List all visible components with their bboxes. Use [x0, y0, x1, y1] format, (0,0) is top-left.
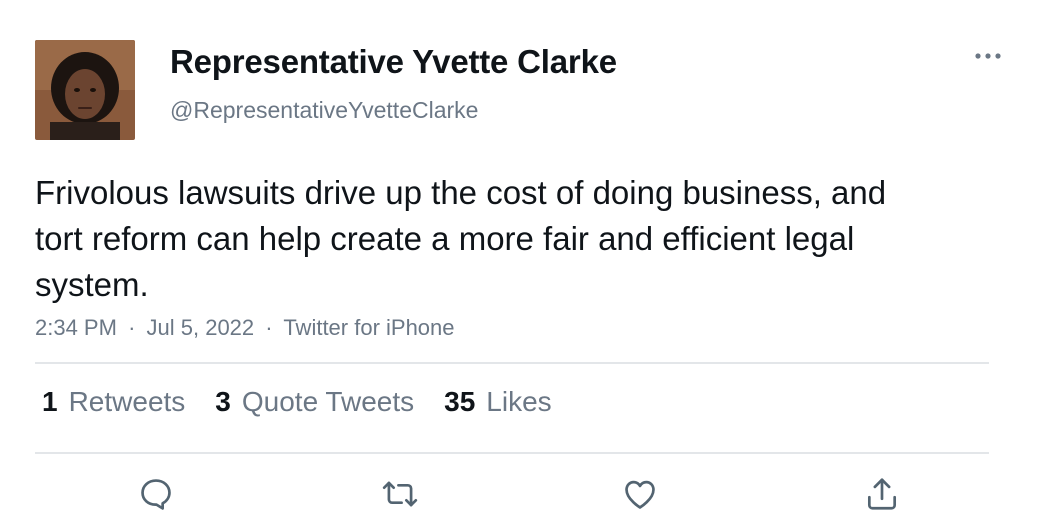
share-button[interactable]: [860, 472, 904, 516]
retweets-label: Retweets: [68, 386, 186, 417]
like-button[interactable]: [618, 472, 662, 516]
share-icon: [867, 478, 897, 510]
reply-icon: [141, 479, 171, 510]
quote-tweets-count: 3: [215, 386, 231, 417]
retweet-icon: [382, 481, 418, 507]
divider: [35, 362, 989, 364]
more-options-button[interactable]: [972, 44, 1004, 68]
meta-separator: ·: [128, 315, 136, 340]
engagement-stats: 1 Retweets 3 Quote Tweets 35 Likes: [42, 386, 582, 418]
meta-separator: ·: [265, 315, 273, 340]
retweet-button[interactable]: [378, 472, 422, 516]
display-name[interactable]: Representative Yvette Clarke: [170, 43, 617, 81]
likes-stat[interactable]: 35 Likes: [444, 386, 552, 418]
more-icon: [975, 53, 1001, 59]
tweet-source[interactable]: Twitter for iPhone: [283, 315, 454, 340]
user-handle[interactable]: @RepresentativeYvetteClarke: [170, 97, 478, 124]
quote-tweets-stat[interactable]: 3 Quote Tweets: [215, 386, 414, 418]
tweet-date[interactable]: Jul 5, 2022: [147, 315, 255, 340]
retweets-count: 1: [42, 386, 58, 417]
tweet-time[interactable]: 2:34 PM: [35, 315, 117, 340]
retweets-stat[interactable]: 1 Retweets: [42, 386, 185, 418]
quote-tweets-label: Quote Tweets: [241, 386, 415, 417]
avatar[interactable]: [35, 40, 135, 140]
reply-button[interactable]: [134, 472, 178, 516]
likes-count: 35: [444, 386, 476, 417]
tweet-text: Frivolous lawsuits drive up the cost of …: [35, 174, 887, 303]
likes-label: Likes: [486, 386, 552, 417]
divider: [35, 452, 989, 454]
avatar-image: [35, 40, 135, 140]
tweet-meta: 2:34 PM · Jul 5, 2022 · Twitter for iPho…: [35, 315, 460, 341]
heart-icon: [625, 480, 655, 509]
